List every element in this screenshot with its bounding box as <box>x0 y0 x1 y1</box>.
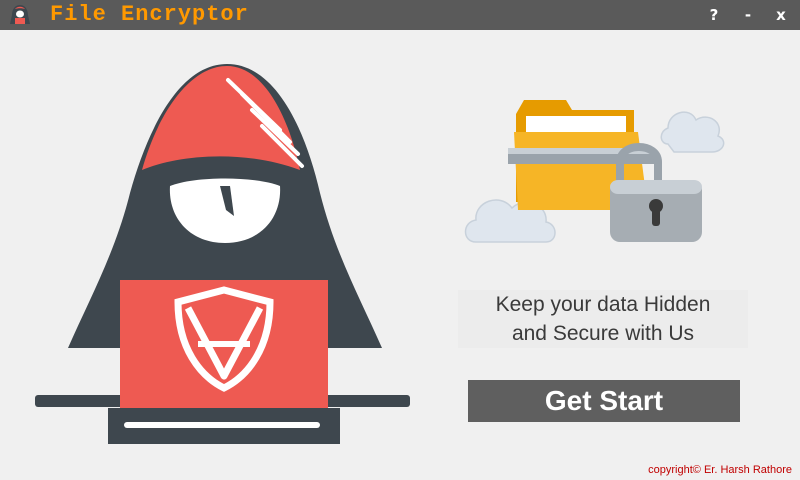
copyright-text: copyright© Er. Harsh Rathore <box>648 464 792 476</box>
tagline-line-1: Keep your data Hidden <box>495 293 711 316</box>
hacker-logo-icon <box>10 5 30 24</box>
hacker-illustration <box>35 64 410 444</box>
get-start-button[interactable]: Get Start <box>468 380 740 422</box>
locked-folder-illustration <box>464 100 725 243</box>
minimize-button[interactable]: - <box>737 4 759 26</box>
window-title: File Encryptor <box>50 2 249 27</box>
title-bar: File Encryptor ? - x <box>0 0 800 30</box>
help-button[interactable]: ? <box>703 4 725 26</box>
close-button[interactable]: x <box>770 4 792 26</box>
tagline: Keep your data Hidden and Secure with Us <box>458 290 748 348</box>
tagline-line-2: and Secure with Us <box>511 322 695 345</box>
